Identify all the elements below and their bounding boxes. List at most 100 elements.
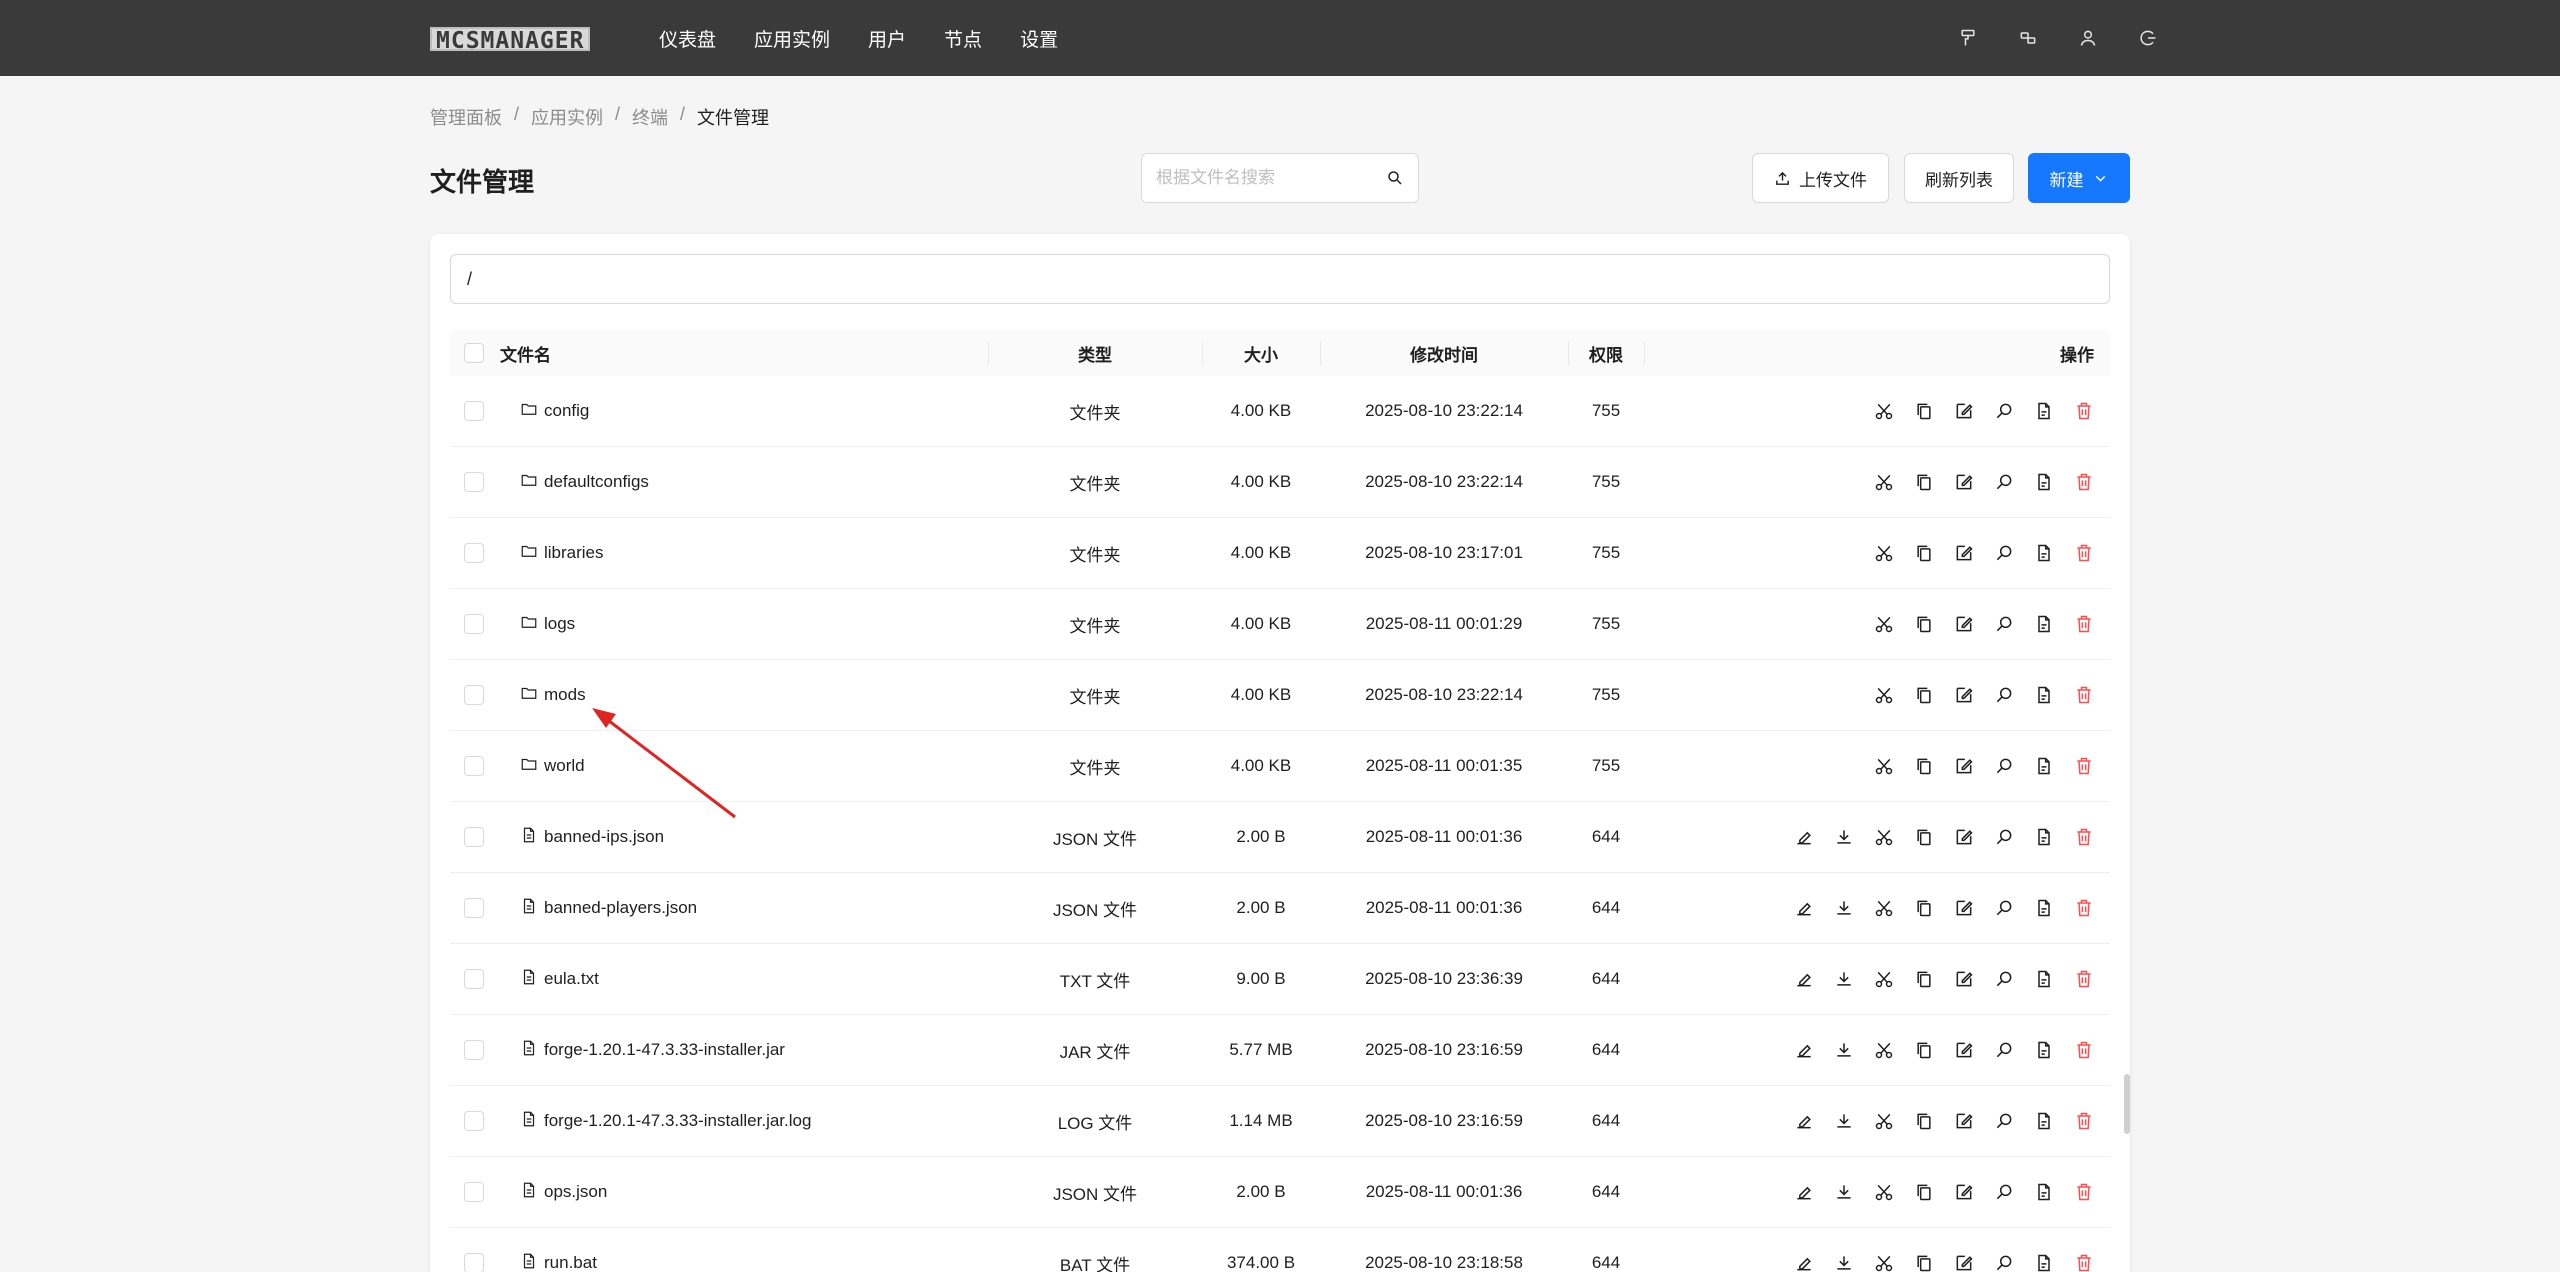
table-row[interactable]: libraries 文件夹 4.00 KB 2025-08-10 23:17:01 75… bbox=[450, 518, 2110, 589]
table-row[interactable]: banned-players.json JSON 文件 2.00 B 2025-08-… bbox=[450, 873, 2110, 944]
layout-icon[interactable] bbox=[2018, 28, 2038, 48]
breadcrumb-item-panel[interactable]: 管理面板 bbox=[430, 104, 502, 130]
download-icon[interactable] bbox=[1834, 827, 1854, 847]
row-checkbox[interactable] bbox=[464, 1182, 484, 1202]
cut-icon[interactable] bbox=[1874, 401, 1894, 421]
file-info-icon[interactable] bbox=[2034, 543, 2054, 563]
table-row[interactable]: logs 文件夹 4.00 KB 2025-08-11 00:01:29 755 bbox=[450, 589, 2110, 660]
edit-icon[interactable] bbox=[1954, 685, 1974, 705]
copy-icon[interactable] bbox=[1914, 756, 1934, 776]
file-info-icon[interactable] bbox=[2034, 1040, 2054, 1060]
table-row[interactable]: forge-1.20.1-47.3.33-installer.jar JAR 文件… bbox=[450, 1015, 2110, 1086]
delete-icon[interactable] bbox=[2074, 685, 2094, 705]
edit-icon[interactable] bbox=[1954, 1182, 1974, 1202]
zoom-icon[interactable] bbox=[1994, 1111, 2014, 1131]
copy-icon[interactable] bbox=[1914, 472, 1934, 492]
file-name[interactable]: ops.json bbox=[544, 1182, 607, 1202]
row-checkbox[interactable] bbox=[464, 1040, 484, 1060]
row-checkbox[interactable] bbox=[464, 1253, 484, 1272]
file-info-icon[interactable] bbox=[2034, 827, 2054, 847]
delete-icon[interactable] bbox=[2074, 756, 2094, 776]
delete-icon[interactable] bbox=[2074, 1253, 2094, 1272]
zoom-icon[interactable] bbox=[1994, 898, 2014, 918]
paint-roller-icon[interactable] bbox=[1958, 28, 1978, 48]
nav-item-settings[interactable]: 设置 bbox=[1001, 25, 1077, 52]
copy-icon[interactable] bbox=[1914, 1040, 1934, 1060]
edit-icon[interactable] bbox=[1954, 543, 1974, 563]
delete-icon[interactable] bbox=[2074, 1111, 2094, 1131]
file-info-icon[interactable] bbox=[2034, 898, 2054, 918]
file-name[interactable]: world bbox=[544, 756, 585, 776]
edit-icon[interactable] bbox=[1954, 756, 1974, 776]
file-name[interactable]: defaultconfigs bbox=[544, 472, 649, 492]
delete-icon[interactable] bbox=[2074, 1040, 2094, 1060]
row-checkbox[interactable] bbox=[464, 472, 484, 492]
copy-icon[interactable] bbox=[1914, 898, 1934, 918]
zoom-icon[interactable] bbox=[1994, 756, 2014, 776]
zoom-icon[interactable] bbox=[1994, 685, 2014, 705]
file-name[interactable]: banned-ips.json bbox=[544, 827, 664, 847]
cut-icon[interactable] bbox=[1874, 969, 1894, 989]
zoom-icon[interactable] bbox=[1994, 472, 2014, 492]
file-name[interactable]: logs bbox=[544, 614, 575, 634]
rename-icon[interactable] bbox=[1794, 1111, 1814, 1131]
new-button[interactable]: 新建 bbox=[2028, 153, 2130, 203]
user-icon[interactable] bbox=[2078, 28, 2098, 48]
table-row[interactable]: forge-1.20.1-47.3.33-installer.jar.log LO… bbox=[450, 1086, 2110, 1157]
file-info-icon[interactable] bbox=[2034, 614, 2054, 634]
row-checkbox[interactable] bbox=[464, 543, 484, 563]
table-row[interactable]: banned-ips.json JSON 文件 2.00 B 2025-08-11 0… bbox=[450, 802, 2110, 873]
file-name[interactable]: mods bbox=[544, 685, 586, 705]
zoom-icon[interactable] bbox=[1994, 543, 2014, 563]
cut-icon[interactable] bbox=[1874, 1182, 1894, 1202]
row-checkbox[interactable] bbox=[464, 827, 484, 847]
nav-item-dashboard[interactable]: 仪表盘 bbox=[640, 25, 735, 52]
copy-icon[interactable] bbox=[1914, 1111, 1934, 1131]
table-row[interactable]: mods 文件夹 4.00 KB 2025-08-10 23:22:14 755 bbox=[450, 660, 2110, 731]
cut-icon[interactable] bbox=[1874, 685, 1894, 705]
rename-icon[interactable] bbox=[1794, 827, 1814, 847]
row-checkbox[interactable] bbox=[464, 614, 484, 634]
copy-icon[interactable] bbox=[1914, 401, 1934, 421]
row-checkbox[interactable] bbox=[464, 685, 484, 705]
file-info-icon[interactable] bbox=[2034, 1111, 2054, 1131]
file-info-icon[interactable] bbox=[2034, 401, 2054, 421]
file-info-icon[interactable] bbox=[2034, 1253, 2054, 1272]
copy-icon[interactable] bbox=[1914, 685, 1934, 705]
edit-icon[interactable] bbox=[1954, 827, 1974, 847]
cut-icon[interactable] bbox=[1874, 1253, 1894, 1272]
download-icon[interactable] bbox=[1834, 898, 1854, 918]
zoom-icon[interactable] bbox=[1994, 614, 2014, 634]
rename-icon[interactable] bbox=[1794, 1040, 1814, 1060]
copy-icon[interactable] bbox=[1914, 1253, 1934, 1272]
file-info-icon[interactable] bbox=[2034, 1182, 2054, 1202]
table-row[interactable]: world 文件夹 4.00 KB 2025-08-11 00:01:35 755 bbox=[450, 731, 2110, 802]
row-checkbox[interactable] bbox=[464, 898, 484, 918]
cut-icon[interactable] bbox=[1874, 543, 1894, 563]
cut-icon[interactable] bbox=[1874, 1040, 1894, 1060]
edit-icon[interactable] bbox=[1954, 1253, 1974, 1272]
copy-icon[interactable] bbox=[1914, 969, 1934, 989]
edit-icon[interactable] bbox=[1954, 614, 1974, 634]
delete-icon[interactable] bbox=[2074, 969, 2094, 989]
rename-icon[interactable] bbox=[1794, 898, 1814, 918]
file-name[interactable]: forge-1.20.1-47.3.33-installer.jar.log bbox=[544, 1111, 811, 1131]
delete-icon[interactable] bbox=[2074, 614, 2094, 634]
zoom-icon[interactable] bbox=[1994, 969, 2014, 989]
table-row[interactable]: eula.txt TXT 文件 9.00 B 2025-08-10 23:36:39 6… bbox=[450, 944, 2110, 1015]
zoom-icon[interactable] bbox=[1994, 401, 2014, 421]
cut-icon[interactable] bbox=[1874, 614, 1894, 634]
cut-icon[interactable] bbox=[1874, 1111, 1894, 1131]
table-row[interactable]: run.bat BAT 文件 374.00 B 2025-08-10 23:18:58… bbox=[450, 1228, 2110, 1272]
table-row[interactable]: ops.json JSON 文件 2.00 B 2025-08-11 00:01:36… bbox=[450, 1157, 2110, 1228]
app-logo[interactable]: MCSMANAGER bbox=[430, 27, 591, 53]
delete-icon[interactable] bbox=[2074, 1182, 2094, 1202]
nav-item-instances[interactable]: 应用实例 bbox=[735, 25, 849, 52]
edit-icon[interactable] bbox=[1954, 401, 1974, 421]
search-box[interactable] bbox=[1141, 153, 1419, 203]
refresh-list-button[interactable]: 刷新列表 bbox=[1904, 153, 2014, 203]
file-name[interactable]: config bbox=[544, 401, 589, 421]
row-checkbox[interactable] bbox=[464, 756, 484, 776]
delete-icon[interactable] bbox=[2074, 543, 2094, 563]
search-input[interactable] bbox=[1156, 168, 1386, 188]
